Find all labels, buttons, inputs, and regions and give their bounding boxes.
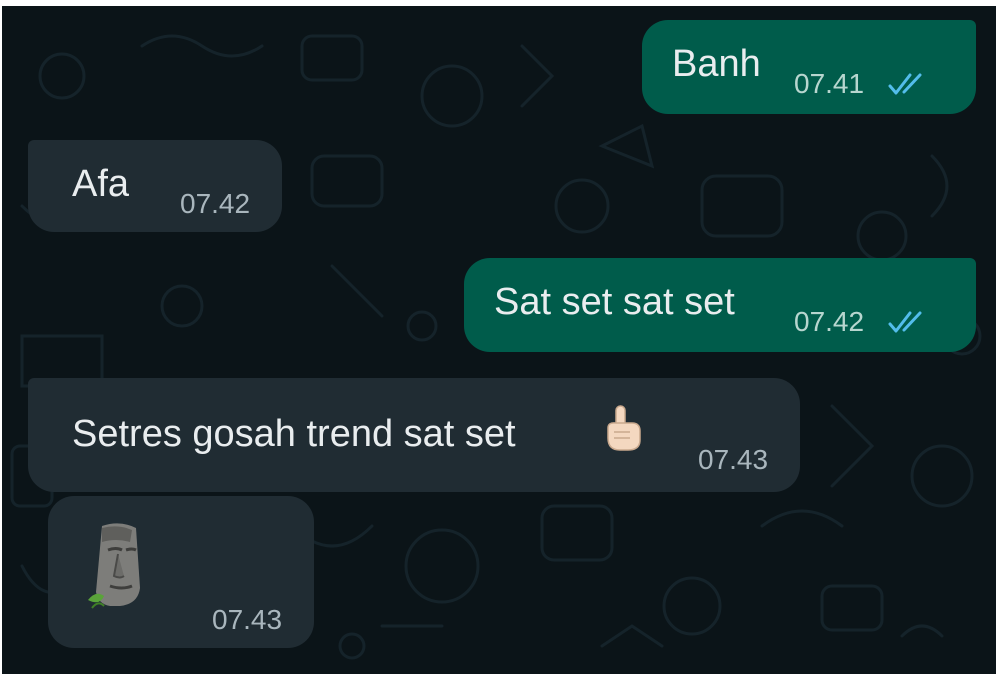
message-time: 07.42 (180, 188, 251, 219)
message-time: 07.43 (698, 444, 769, 475)
message-bubble-incoming[interactable]: Setres gosah trend sat set 07.43 (28, 378, 800, 492)
moai-sticker (88, 523, 140, 609)
double-check-read-icon (888, 311, 922, 333)
chat-area[interactable]: Banh 07.41 Afa 07.42 Sat set sat set 07.… (2, 6, 996, 674)
message-text: Sat set sat set (494, 281, 735, 323)
message-bubble-outgoing[interactable]: Sat set sat set 07.42 (464, 258, 976, 352)
message-text: Banh (672, 43, 761, 85)
message-time: 07.41 (794, 68, 865, 99)
message-time: 07.43 (212, 604, 283, 635)
message-time: 07.42 (794, 306, 865, 337)
message-bubble-incoming[interactable]: 07.43 (48, 496, 314, 648)
message-bubble-outgoing[interactable]: Banh 07.41 (642, 20, 976, 114)
message-text: Afa (72, 163, 130, 205)
pointing-up-emoji (607, 405, 641, 451)
message-text: Setres gosah trend sat set (72, 413, 516, 455)
double-check-read-icon (888, 73, 922, 95)
screenshot-frame: Banh 07.41 Afa 07.42 Sat set sat set 07.… (0, 0, 1000, 678)
message-bubble-incoming[interactable]: Afa 07.42 (28, 140, 282, 232)
